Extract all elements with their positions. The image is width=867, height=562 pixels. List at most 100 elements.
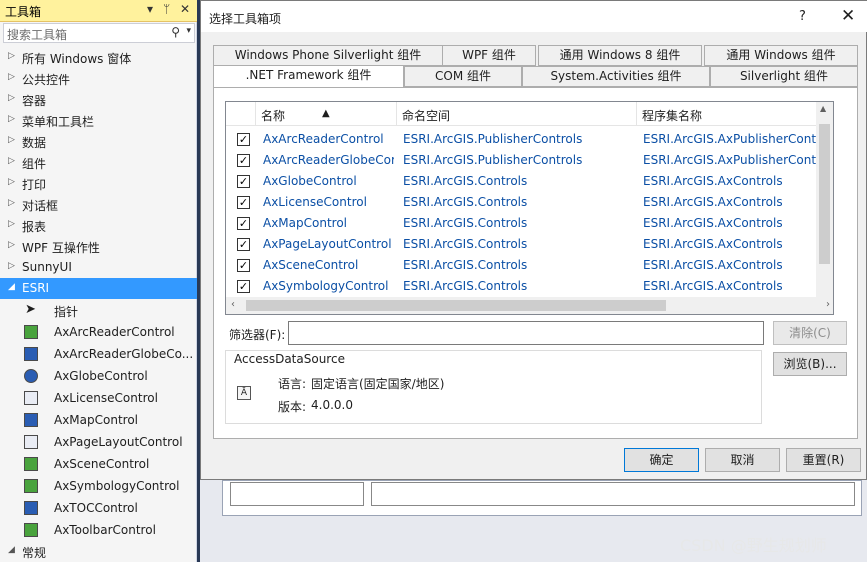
category-printing[interactable]: ▷ 打印 [0, 173, 197, 194]
category-data[interactable]: ▷ 数据 [0, 131, 197, 152]
toolbox-item-toc[interactable]: AxTOCControl [0, 497, 197, 519]
toolbox-item-page-layout[interactable]: AxPageLayoutControl [0, 431, 197, 453]
collapse-icon[interactable]: ◢ [8, 282, 15, 292]
search-icon[interactable]: ⚲ [171, 25, 180, 39]
toolbox-item-map[interactable]: AxMapControl [0, 409, 197, 431]
tab-wpf[interactable]: WPF 组件 [442, 45, 536, 66]
toolbox-item-license[interactable]: AxLicenseControl [0, 387, 197, 409]
assembly-icon: Ā [237, 386, 251, 400]
tab-universal-win8[interactable]: 通用 Windows 8 组件 [538, 45, 702, 66]
category-all-windows-forms[interactable]: ▷ 所有 Windows 窗体 [0, 47, 197, 68]
scrollbar-thumb[interactable] [246, 300, 666, 311]
table-row[interactable]: ✓ AxSymbologyControl ESRI.ArcGIS.Controls E… [226, 276, 830, 297]
expand-icon[interactable]: ▷ [8, 72, 15, 82]
category-general[interactable]: ◢ 常规 [0, 541, 197, 562]
checkbox[interactable]: ✓ [237, 133, 250, 146]
column-header-namespace[interactable]: 命名空间 [397, 102, 637, 126]
category-containers[interactable]: ▷ 容器 [0, 89, 197, 110]
table-row[interactable]: ✓ AxGlobeControl ESRI.ArcGIS.Controls ESRI.… [226, 171, 830, 192]
components-list[interactable]: 名称 ▲ 命名空间 程序集名称 ✓ AxArcReaderControl ESRI.A… [225, 101, 834, 315]
filter-input[interactable] [288, 321, 764, 345]
browse-button[interactable]: 浏览(B)... [773, 352, 847, 376]
toolbox-item-arcreader[interactable]: AxArcReaderControl [0, 321, 197, 343]
category-menus-toolbars[interactable]: ▷ 菜单和工具栏 [0, 110, 197, 131]
sort-ascending-icon: ▲ [322, 108, 330, 119]
collapse-icon[interactable]: ◢ [8, 545, 15, 555]
toolbox-search-input[interactable]: 搜索工具箱 ⚲ ▾ [3, 23, 195, 43]
tab-system-activities[interactable]: System.Activities 组件 [522, 66, 710, 87]
toc-icon [24, 501, 38, 515]
reset-button[interactable]: 重置(R) [786, 448, 861, 472]
tab-universal-windows[interactable]: 通用 Windows 组件 [704, 45, 858, 66]
category-dialogs[interactable]: ▷ 对话框 [0, 194, 197, 215]
category-sunnyui[interactable]: ▷ SunnyUI [0, 257, 197, 278]
scroll-up-icon[interactable]: ▲ [820, 104, 826, 113]
column-header-name[interactable]: 名称 ▲ [256, 102, 397, 126]
table-row[interactable]: ✓ AxArcReaderGlobeCor ESRI.ArcGIS.Publishe… [226, 150, 830, 171]
category-components[interactable]: ▷ 组件 [0, 152, 197, 173]
expand-icon[interactable]: ▷ [8, 156, 15, 166]
table-row[interactable]: ✓ AxSceneControl ESRI.ArcGIS.Controls ESRI.… [226, 255, 830, 276]
chevron-down-icon[interactable]: ▾ [186, 26, 191, 36]
horizontal-scrollbar[interactable]: ‹ › [226, 297, 833, 314]
scroll-right-icon[interactable]: › [826, 299, 830, 310]
close-icon[interactable]: ✕ [180, 2, 190, 16]
table-row[interactable]: ✓ AxMapControl ESRI.ArcGIS.Controls ESRI.Ar… [226, 213, 830, 234]
checkbox[interactable]: ✓ [237, 154, 250, 167]
vertical-scrollbar[interactable]: ▲ [816, 102, 833, 298]
cancel-button[interactable]: 取消 [705, 448, 780, 472]
expand-icon[interactable]: ▷ [8, 51, 15, 61]
filter-label: 筛选器(F): [229, 328, 286, 342]
tab-net-framework[interactable]: .NET Framework 组件 [213, 65, 404, 87]
pin-icon[interactable]: ᛘ [163, 2, 170, 16]
table-row[interactable]: ✓ AxArcReaderControl ESRI.ArcGIS.Publisher… [226, 129, 830, 150]
category-wpf-interop[interactable]: ▷ WPF 互操作性 [0, 236, 197, 257]
category-reporting[interactable]: ▷ 报表 [0, 215, 197, 236]
expand-icon[interactable]: ▷ [8, 114, 15, 124]
map-icon [24, 413, 38, 427]
checkbox[interactable]: ✓ [237, 217, 250, 230]
expand-icon[interactable]: ▷ [8, 219, 15, 229]
language-value: 固定语言(固定国家/地区) [311, 377, 445, 391]
toolbox-item-symbology[interactable]: AxSymbologyControl [0, 475, 197, 497]
language-label: 语言: [278, 377, 307, 391]
checkbox[interactable]: ✓ [237, 280, 250, 293]
toolbox-item-pointer[interactable]: ➤ 指针 [0, 299, 197, 321]
expand-icon[interactable]: ▷ [8, 135, 15, 145]
dialog-title: 选择工具箱项 [209, 12, 282, 26]
checkbox[interactable]: ✓ [237, 259, 250, 272]
checkbox[interactable]: ✓ [237, 196, 250, 209]
arcreader-globe-icon [24, 347, 38, 361]
expand-icon[interactable]: ▷ [8, 93, 15, 103]
column-header-assembly[interactable]: 程序集名称 [637, 102, 818, 126]
expand-icon[interactable]: ▷ [8, 261, 15, 271]
pointer-icon: ➤ [25, 302, 36, 317]
ok-button[interactable]: 确定 [624, 448, 699, 472]
dropdown-icon[interactable]: ▾ [147, 2, 153, 16]
group-title: AccessDataSource [232, 352, 347, 366]
category-common-controls[interactable]: ▷ 公共控件 [0, 68, 197, 89]
scrollbar-thumb[interactable] [819, 124, 830, 264]
checkbox[interactable]: ✓ [237, 238, 250, 251]
expand-icon[interactable]: ▷ [8, 177, 15, 187]
clear-button[interactable]: 清除(C) [773, 321, 847, 345]
toolbox-panel: 工具箱 ▾ ᛘ ✕ 搜索工具箱 ⚲ ▾ ▷ 所有 Windows 窗体 ▷ 公共控件… [0, 0, 197, 562]
toolbox-item-arcreader-globe[interactable]: AxArcReaderGlobeCo... [0, 343, 197, 365]
column-header-check[interactable] [226, 102, 256, 126]
scroll-left-icon[interactable]: ‹ [231, 299, 235, 310]
expand-icon[interactable]: ▷ [8, 198, 15, 208]
expand-icon[interactable]: ▷ [8, 240, 15, 250]
tab-silverlight[interactable]: Silverlight 组件 [710, 66, 858, 87]
page-layout-icon [24, 435, 38, 449]
category-esri[interactable]: ◢ ESRI [0, 278, 197, 299]
toolbox-item-scene[interactable]: AxSceneControl [0, 453, 197, 475]
toolbox-item-globe[interactable]: AxGlobeControl [0, 365, 197, 387]
table-row[interactable]: ✓ AxLicenseControl ESRI.ArcGIS.Controls ESR… [226, 192, 830, 213]
help-button[interactable]: ? [799, 9, 806, 24]
toolbox-item-toolbar[interactable]: AxToolbarControl [0, 519, 197, 541]
table-row[interactable]: ✓ AxPageLayoutControl ESRI.ArcGIS.Controls… [226, 234, 830, 255]
close-button[interactable]: ✕ [841, 6, 855, 26]
tab-wp-silverlight[interactable]: Windows Phone Silverlight 组件 [213, 45, 443, 66]
tab-com[interactable]: COM 组件 [404, 66, 522, 87]
checkbox[interactable]: ✓ [237, 175, 250, 188]
